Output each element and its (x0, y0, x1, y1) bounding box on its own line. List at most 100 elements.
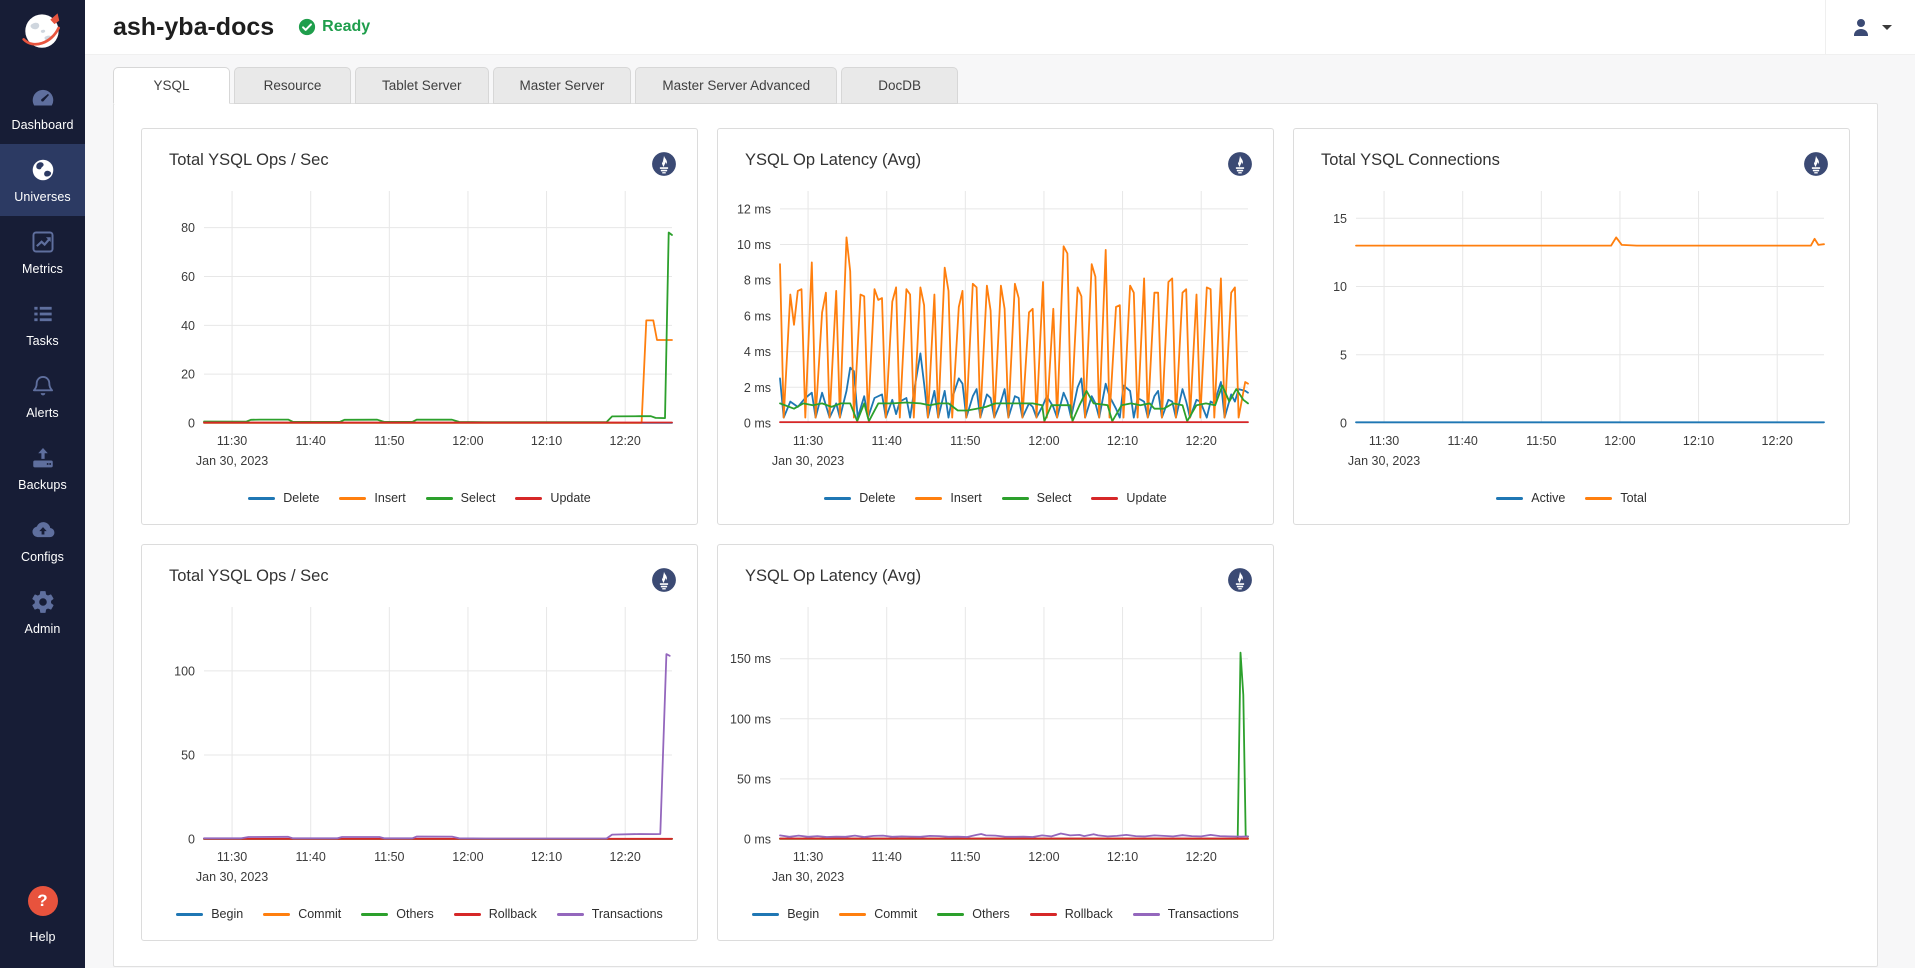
prometheus-icon[interactable] (651, 567, 677, 593)
legend-item-others[interactable]: Others (937, 907, 1010, 921)
tab-docdb[interactable]: DocDB (841, 67, 958, 104)
sidebar-item-tasks[interactable]: Tasks (0, 288, 85, 360)
legend-label: Commit (874, 907, 917, 921)
chart-plot-latency-txn[interactable]: 11:3011:4011:5012:0012:1012:20Jan 30, 20… (728, 593, 1258, 905)
svg-text:50: 50 (181, 748, 195, 762)
svg-text:12:10: 12:10 (531, 434, 562, 448)
chart-plot-ops-sec-txn[interactable]: 11:3011:4011:5012:0012:1012:20Jan 30, 20… (152, 593, 682, 905)
svg-text:5: 5 (1340, 348, 1347, 362)
legend-swatch (263, 913, 290, 916)
legend-label: Update (1126, 491, 1166, 505)
legend-label: Total (1620, 491, 1646, 505)
svg-text:11:40: 11:40 (296, 850, 326, 864)
legend-swatch (361, 913, 388, 916)
legend-item-update[interactable]: Update (515, 491, 590, 505)
user-menu[interactable] (1825, 0, 1915, 54)
tasks-icon (30, 301, 56, 327)
prometheus-icon[interactable] (1227, 151, 1253, 177)
legend-item-delete[interactable]: Delete (248, 491, 319, 505)
svg-text:Jan 30, 2023: Jan 30, 2023 (196, 870, 268, 884)
legend-label: Select (1037, 491, 1072, 505)
app-root: Dashboard Universes Metrics TasksAlertsBack… (0, 0, 1915, 968)
legend-item-transactions[interactable]: Transactions (557, 907, 663, 921)
legend-item-insert[interactable]: Insert (915, 491, 981, 505)
sidebar-item-label: Metrics (22, 262, 63, 276)
sidebar-item-metrics[interactable]: Metrics (0, 216, 85, 288)
tab-master-server[interactable]: Master Server (493, 67, 632, 104)
svg-text:11:50: 11:50 (374, 850, 404, 864)
sidebar-item-universes[interactable]: Universes (0, 144, 85, 216)
legend-item-select[interactable]: Select (426, 491, 496, 505)
chart-legend: Delete Insert Select Update (142, 491, 697, 505)
sidebar-item-help[interactable]: ? Help (0, 873, 85, 956)
svg-text:0: 0 (188, 833, 195, 847)
series-transactions (780, 834, 1248, 838)
chart-plot-ops-sec-top[interactable]: 11:3011:4011:5012:0012:1012:20Jan 30, 20… (152, 177, 682, 489)
chart-card-ops-sec-txn: Total YSQL Ops / Sec11:3011:4011:5012:00… (141, 544, 698, 941)
legend-item-insert[interactable]: Insert (339, 491, 405, 505)
legend-swatch (824, 497, 851, 500)
svg-text:12:00: 12:00 (1028, 850, 1059, 864)
tab-ysql[interactable]: YSQL (113, 67, 230, 104)
prometheus-icon[interactable] (1803, 151, 1829, 177)
legend-label: Delete (859, 491, 895, 505)
chart-legend: Delete Insert Select Update (718, 491, 1273, 505)
svg-text:12:00: 12:00 (1604, 434, 1635, 448)
sidebar-item-alerts[interactable]: Alerts (0, 360, 85, 432)
prometheus-icon[interactable] (651, 151, 677, 177)
legend-item-active[interactable]: Active (1496, 491, 1565, 505)
series-insert (204, 320, 672, 422)
legend-label: Insert (374, 491, 405, 505)
svg-text:12:20: 12:20 (610, 434, 641, 448)
tab-tablet-server[interactable]: Tablet Server (355, 67, 489, 104)
tab-bar: YSQLResourceTablet ServerMaster ServerMa… (113, 67, 1915, 104)
legend-swatch (839, 913, 866, 916)
legend-item-begin[interactable]: Begin (752, 907, 819, 921)
legend-item-transactions[interactable]: Transactions (1133, 907, 1239, 921)
chart-title: YSQL Op Latency (Avg) (745, 151, 921, 170)
svg-text:Jan 30, 2023: Jan 30, 2023 (1348, 454, 1420, 468)
legend-label: Select (461, 491, 496, 505)
sidebar-item-backups[interactable]: Backups (0, 432, 85, 504)
chart-card-latency-top: YSQL Op Latency (Avg) 11:3011:4011:5012:0… (717, 128, 1274, 525)
legend-label: Begin (787, 907, 819, 921)
legend-item-update[interactable]: Update (1091, 491, 1166, 505)
tab-panel: Total YSQL Ops / Sec11:3011:4011:5012:00… (113, 103, 1878, 967)
legend-item-commit[interactable]: Commit (263, 907, 341, 921)
chart-plot-latency-top[interactable]: 11:3011:4011:5012:0012:1012:20Jan 30, 20… (728, 177, 1258, 489)
svg-text:12:20: 12:20 (610, 850, 641, 864)
svg-text:12:10: 12:10 (1107, 434, 1138, 448)
sidebar-item-label: Admin (25, 622, 61, 636)
svg-text:12:00: 12:00 (452, 850, 483, 864)
legend-label: Transactions (1168, 907, 1239, 921)
prometheus-icon[interactable] (1227, 567, 1253, 593)
svg-text:11:50: 11:50 (950, 434, 980, 448)
tab-master-server-advanced[interactable]: Master Server Advanced (635, 67, 837, 104)
legend-swatch (515, 497, 542, 500)
legend-swatch (915, 497, 942, 500)
svg-text:10 ms: 10 ms (737, 238, 771, 252)
svg-text:0 ms: 0 ms (744, 833, 771, 847)
legend-item-begin[interactable]: Begin (176, 907, 243, 921)
legend-label: Transactions (592, 907, 663, 921)
sidebar-item-label: Dashboard (11, 118, 73, 132)
main-area: ash-yba-docs Ready YSQLResourceTablet Se… (85, 0, 1915, 968)
legend-swatch (1091, 497, 1118, 500)
legend-label: Rollback (489, 907, 537, 921)
legend-item-rollback[interactable]: Rollback (454, 907, 537, 921)
sidebar-item-dashboard[interactable]: Dashboard (0, 72, 85, 144)
legend-item-commit[interactable]: Commit (839, 907, 917, 921)
yugabyte-logo-icon[interactable] (18, 5, 68, 60)
legend-item-select[interactable]: Select (1002, 491, 1072, 505)
sidebar-item-label: Universes (14, 190, 70, 204)
tab-resource[interactable]: Resource (234, 67, 351, 104)
sidebar-item-admin[interactable]: Admin (0, 576, 85, 648)
chart-plot-connections[interactable]: 11:3011:4011:5012:0012:1012:20Jan 30, 20… (1304, 177, 1834, 489)
sidebar-item-configs[interactable]: Configs (0, 504, 85, 576)
chart-card-ops-sec-top: Total YSQL Ops / Sec11:3011:4011:5012:00… (141, 128, 698, 525)
svg-text:20: 20 (181, 368, 195, 382)
legend-item-rollback[interactable]: Rollback (1030, 907, 1113, 921)
legend-item-total[interactable]: Total (1585, 491, 1646, 505)
legend-item-others[interactable]: Others (361, 907, 434, 921)
legend-item-delete[interactable]: Delete (824, 491, 895, 505)
